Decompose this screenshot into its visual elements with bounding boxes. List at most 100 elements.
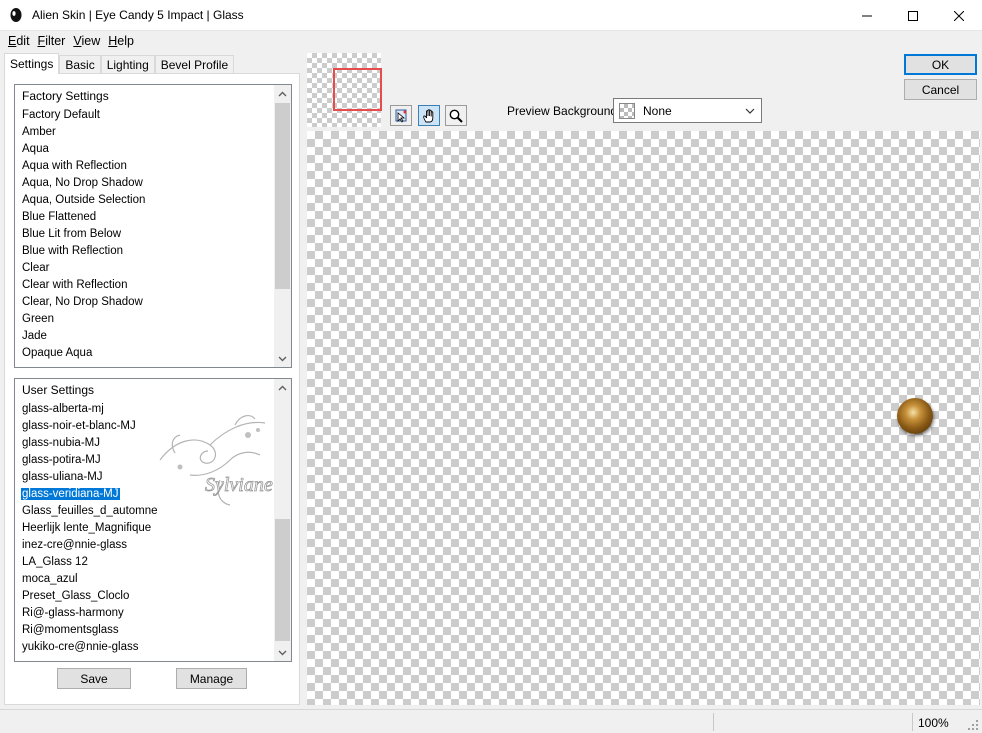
preview-background-select[interactable]: None xyxy=(613,98,762,123)
scroll-up-button[interactable] xyxy=(274,85,291,102)
minimize-icon xyxy=(862,15,872,16)
manage-button[interactable]: Manage xyxy=(176,668,247,689)
user-setting-item-label: Heerlijk lente_Magnifique xyxy=(22,522,152,534)
scroll-down-button[interactable] xyxy=(274,350,291,367)
scroll-up-button[interactable] xyxy=(274,379,291,396)
tab-bevel-profile[interactable]: Bevel Profile xyxy=(154,55,235,74)
glass-effect-preview-object xyxy=(897,398,933,434)
user-setting-item-label: glass-veridiana-MJ xyxy=(21,488,120,500)
user-setting-item-label: moca_azul xyxy=(22,573,78,585)
save-button[interactable]: Save xyxy=(57,668,131,689)
user-setting-list-item[interactable]: yukiko-cre@nnie-glass xyxy=(15,639,274,656)
minimize-button[interactable] xyxy=(844,0,890,31)
factory-settings-header: Factory Settings xyxy=(22,89,109,103)
factory-setting-item-label: Green xyxy=(22,313,54,325)
tab-lighting[interactable]: Lighting xyxy=(100,55,155,74)
user-setting-list-item[interactable]: glass-uliana-MJ xyxy=(15,469,274,486)
zoom-level: 100% xyxy=(918,716,949,730)
tab-basic[interactable]: Basic xyxy=(59,55,101,74)
hand-icon xyxy=(423,108,434,122)
resize-grip-icon[interactable] xyxy=(967,719,979,731)
menu-help[interactable]: Help xyxy=(104,34,138,48)
user-setting-list-item[interactable]: LA_Glass 12 xyxy=(15,554,274,571)
menu-view[interactable]: View xyxy=(69,34,104,48)
factory-setting-item-label: Clear, No Drop Shadow xyxy=(22,296,143,308)
cancel-button[interactable]: Cancel xyxy=(904,79,977,100)
user-setting-list-item[interactable]: glass-noir-et-blanc-MJ xyxy=(15,418,274,435)
factory-setting-list-item[interactable]: Aqua, Outside Selection xyxy=(15,192,274,209)
factory-setting-item-label: Opaque Aqua xyxy=(22,347,93,359)
status-divider xyxy=(713,713,714,731)
status-bar: 100% xyxy=(0,709,982,733)
factory-setting-list-item[interactable]: Aqua, No Drop Shadow xyxy=(15,175,274,192)
user-setting-item-label: glass-uliana-MJ xyxy=(22,471,103,483)
factory-setting-list-item[interactable]: Clear with Reflection xyxy=(15,277,274,294)
menu-bar: Edit Filter View Help xyxy=(0,31,982,51)
user-setting-list-item[interactable]: inez-cre@nnie-glass xyxy=(15,537,274,554)
user-setting-list-item[interactable]: glass-veridiana-MJ xyxy=(15,486,274,503)
user-setting-list-item[interactable]: glass-nubia-MJ xyxy=(15,435,274,452)
maximize-button[interactable] xyxy=(890,0,936,31)
zoom-tool-button[interactable] xyxy=(445,105,467,126)
close-icon xyxy=(954,10,964,21)
tab-settings[interactable]: Settings xyxy=(4,53,60,74)
transparency-swatch-icon xyxy=(619,102,635,119)
factory-list-scrollbar[interactable] xyxy=(274,85,291,367)
factory-settings-list[interactable]: Factory Settings Factory Default Amber Aqu… xyxy=(14,84,292,368)
factory-setting-list-item[interactable]: Jade xyxy=(15,328,274,345)
factory-setting-item-label: Blue Flattened xyxy=(22,211,97,223)
factory-setting-list-item[interactable]: Blue Flattened xyxy=(15,209,274,226)
factory-setting-list-item[interactable]: Green xyxy=(15,311,274,328)
factory-setting-list-item[interactable]: Blue with Reflection xyxy=(15,243,274,260)
maximize-icon xyxy=(908,10,918,21)
menu-help-hotkey: H xyxy=(108,34,118,48)
chevron-up-icon xyxy=(278,91,287,96)
user-setting-item-label: inez-cre@nnie-glass xyxy=(22,539,127,551)
status-divider xyxy=(912,713,913,731)
factory-setting-list-item[interactable]: Amber xyxy=(15,124,274,141)
preview-navigator[interactable] xyxy=(307,53,382,127)
hand-tool-button[interactable] xyxy=(418,105,440,126)
user-setting-list-item[interactable]: Ri@-glass-harmony xyxy=(15,605,274,622)
menu-edit[interactable]: Edit xyxy=(4,34,34,48)
window-title: Alien Skin | Eye Candy 5 Impact | Glass xyxy=(32,8,244,22)
menu-filter-label: ilter xyxy=(45,34,66,48)
menu-edit-label: dit xyxy=(16,34,30,48)
factory-setting-item-label: Blue with Reflection xyxy=(22,245,123,257)
user-setting-list-item[interactable]: moca_azul xyxy=(15,571,274,588)
scroll-thumb[interactable] xyxy=(275,103,290,289)
user-setting-list-item[interactable]: Preset_Glass_Cloclo xyxy=(15,588,274,605)
magic-cursor-button[interactable] xyxy=(390,105,412,126)
effect-preview-canvas[interactable] xyxy=(307,131,980,705)
factory-setting-item-label: Aqua xyxy=(22,143,49,155)
factory-setting-list-item[interactable]: Aqua xyxy=(15,141,274,158)
ok-button[interactable]: OK xyxy=(904,54,977,75)
dropdown-button[interactable] xyxy=(741,99,759,122)
user-list-scrollbar[interactable] xyxy=(274,379,291,661)
user-setting-list-item[interactable]: glass-alberta-mj xyxy=(15,401,274,418)
scroll-down-button[interactable] xyxy=(274,644,291,661)
user-setting-item-label: glass-noir-et-blanc-MJ xyxy=(22,420,136,432)
scroll-thumb[interactable] xyxy=(275,519,290,641)
menu-help-label: elp xyxy=(117,34,134,48)
factory-setting-list-item[interactable]: Blue Lit from Below xyxy=(15,226,274,243)
menu-filter[interactable]: Filter xyxy=(34,34,70,48)
user-setting-item-label: Ri@-glass-harmony xyxy=(22,607,124,619)
factory-setting-item-label: Clear with Reflection xyxy=(22,279,128,291)
user-setting-list-item[interactable]: Glass_feuilles_d_automne xyxy=(15,503,274,520)
factory-setting-list-item[interactable]: Aqua with Reflection xyxy=(15,158,274,175)
close-button[interactable] xyxy=(936,0,982,31)
factory-setting-item-label: Aqua, Outside Selection xyxy=(22,194,146,206)
user-setting-list-item[interactable]: Ri@momentsglass xyxy=(15,622,274,639)
factory-setting-list-item[interactable]: Clear xyxy=(15,260,274,277)
user-setting-list-item[interactable]: Heerlijk lente_Magnifique xyxy=(15,520,274,537)
navigator-view-frame[interactable] xyxy=(333,68,382,111)
user-settings-list[interactable]: User Settings glass-alberta-mj glass-noir… xyxy=(14,378,292,662)
user-setting-item-label: yukiko-cre@nnie-glass xyxy=(22,641,139,653)
factory-setting-list-item[interactable]: Factory Default xyxy=(15,107,274,124)
factory-setting-list-item[interactable]: Clear, No Drop Shadow xyxy=(15,294,274,311)
factory-setting-list-item[interactable]: Opaque Aqua xyxy=(15,345,274,362)
user-setting-list-item[interactable]: glass-potira-MJ xyxy=(15,452,274,469)
factory-setting-item-label: Clear xyxy=(22,262,50,274)
factory-setting-item-label: Amber xyxy=(22,126,56,138)
